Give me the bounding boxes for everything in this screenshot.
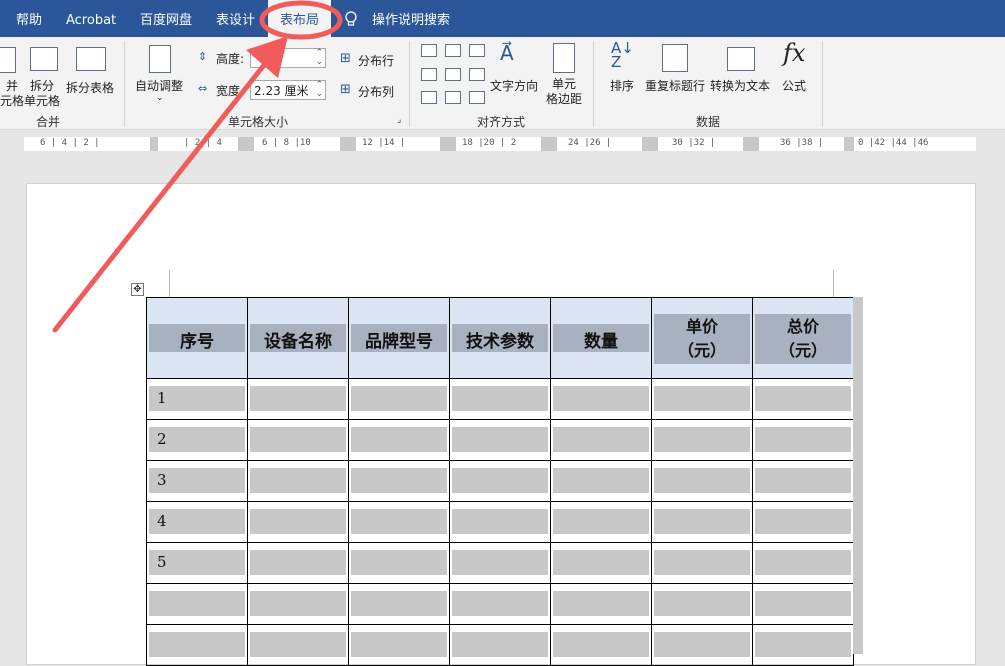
arrow-annotation-shaft	[52, 57, 271, 333]
highlight-circle-annotation	[259, 0, 343, 40]
annotation-overlay	[52, 0, 343, 333]
arrow-annotation-head	[246, 36, 288, 78]
